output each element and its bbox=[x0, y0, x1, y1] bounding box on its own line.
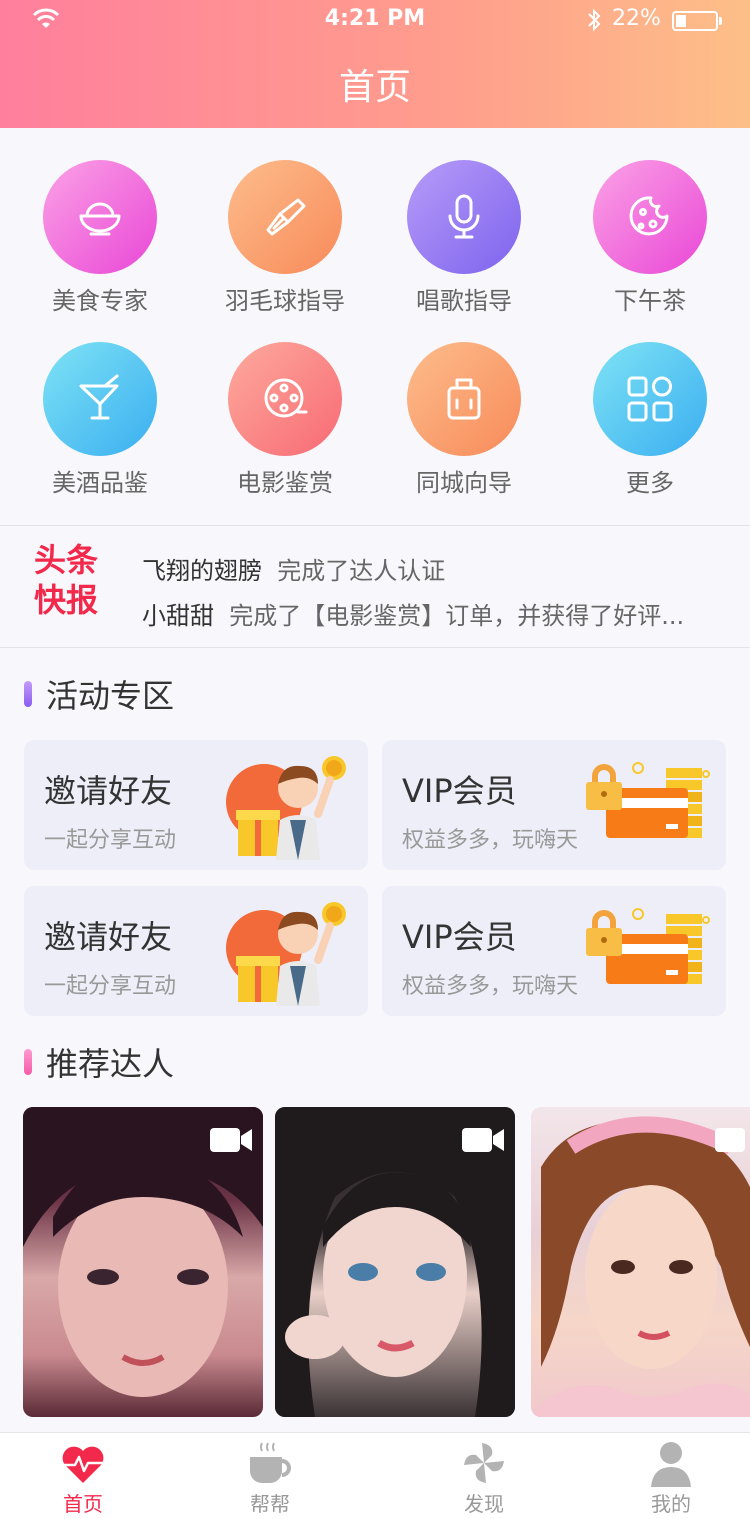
divider bbox=[0, 647, 750, 648]
section-accent-bar bbox=[24, 681, 32, 707]
news-text: 完成了【电影鉴赏】订单，并获得了好评... bbox=[229, 602, 685, 630]
vip-card-illustration bbox=[586, 908, 710, 984]
category-label: 美食专家 bbox=[52, 287, 148, 315]
section-accent-bar bbox=[24, 1049, 32, 1075]
section-title-text: 活动专区 bbox=[46, 677, 175, 715]
category-afternoon-tea[interactable]: 下午茶 bbox=[575, 160, 725, 316]
bottom-tab-bar: 首页 帮帮 发现 我的 bbox=[0, 1432, 750, 1519]
tab-label: 我的 bbox=[651, 1492, 691, 1516]
news-text: 完成了达人认证 bbox=[277, 557, 446, 585]
invite-friends-illustration bbox=[226, 756, 346, 860]
card-subtitle: 一起分享互动 bbox=[44, 974, 177, 999]
shuttlecock-icon bbox=[228, 160, 342, 274]
grid-icon bbox=[593, 342, 707, 456]
invite-friends-illustration bbox=[226, 902, 346, 1006]
category-wine-tasting[interactable]: 美酒品鉴 bbox=[25, 342, 175, 498]
invite-friends-card[interactable]: 邀请好友 一起分享互动 bbox=[24, 740, 368, 870]
vip-member-card[interactable]: VIP会员 权益多多，玩嗨天 bbox=[382, 886, 726, 1016]
divider bbox=[0, 525, 750, 526]
category-label: 电影鉴赏 bbox=[237, 469, 333, 497]
category-label: 唱歌指导 bbox=[416, 287, 512, 315]
card-title: VIP会员 bbox=[402, 772, 517, 810]
tab-label: 帮帮 bbox=[250, 1492, 290, 1516]
bluetooth-icon bbox=[588, 8, 601, 32]
film-reel-icon bbox=[228, 342, 342, 456]
category-food-expert[interactable]: 美食专家 bbox=[25, 160, 175, 316]
card-title: 邀请好友 bbox=[44, 772, 173, 810]
invite-friends-card[interactable]: 邀请好友 一起分享互动 bbox=[24, 886, 368, 1016]
rice-bowl-icon bbox=[43, 160, 157, 274]
tab-label: 发现 bbox=[464, 1492, 504, 1516]
tab-label: 首页 bbox=[63, 1492, 103, 1516]
tab-me[interactable]: 我的 bbox=[611, 1439, 731, 1517]
category-badminton-guide[interactable]: 羽毛球指导 bbox=[210, 160, 360, 316]
page-title: 首页 bbox=[338, 67, 411, 108]
category-movie-review[interactable]: 电影鉴赏 bbox=[210, 342, 360, 498]
tab-home[interactable]: 首页 bbox=[23, 1439, 143, 1517]
news-item[interactable]: 飞翔的翅膀 完成了达人认证 bbox=[142, 551, 445, 586]
pinwheel-icon bbox=[464, 1443, 504, 1483]
news-user-name: 小甜甜 bbox=[142, 602, 214, 630]
person-icon bbox=[651, 1442, 691, 1487]
talent-photo[interactable] bbox=[23, 1107, 263, 1417]
coffee-cup-icon bbox=[250, 1442, 291, 1483]
talent-photo[interactable] bbox=[531, 1107, 750, 1417]
category-label: 下午茶 bbox=[614, 287, 686, 315]
section-title-activity: 活动专区 bbox=[24, 674, 175, 715]
video-camera-icon[interactable] bbox=[209, 1125, 253, 1155]
heart-pulse-icon bbox=[62, 1446, 104, 1483]
app-header: 4:21 PM 22% 首页 bbox=[0, 0, 750, 128]
headline-news-logo: 头条 快报 bbox=[34, 541, 99, 619]
video-camera-icon[interactable] bbox=[714, 1125, 748, 1155]
category-singing-guide[interactable]: 唱歌指导 bbox=[389, 160, 539, 316]
category-label: 同城向导 bbox=[416, 469, 512, 497]
news-item[interactable]: 小甜甜 完成了【电影鉴赏】订单，并获得了好评... bbox=[142, 596, 684, 631]
card-subtitle: 一起分享互动 bbox=[44, 828, 177, 853]
vip-member-card[interactable]: VIP会员 权益多多，玩嗨天 bbox=[382, 740, 726, 870]
battery-percent: 22% bbox=[612, 6, 661, 31]
news-user-name: 飞翔的翅膀 bbox=[142, 557, 262, 585]
section-title-talent: 推荐达人 bbox=[24, 1042, 175, 1083]
tab-help[interactable]: 帮帮 bbox=[210, 1439, 330, 1517]
talent-photo[interactable] bbox=[275, 1107, 515, 1417]
status-bar: 4:21 PM 22% bbox=[0, 0, 750, 40]
card-title: 邀请好友 bbox=[44, 918, 173, 956]
card-title: VIP会员 bbox=[402, 918, 517, 956]
battery-icon bbox=[672, 11, 718, 31]
vip-card-illustration bbox=[586, 762, 710, 838]
cookie-icon bbox=[593, 160, 707, 274]
card-subtitle: 权益多多，玩嗨天 bbox=[402, 828, 579, 853]
battery-tip bbox=[719, 17, 722, 25]
card-subtitle: 权益多多，玩嗨天 bbox=[402, 974, 579, 999]
video-camera-icon[interactable] bbox=[461, 1125, 505, 1155]
category-label: 更多 bbox=[626, 469, 674, 497]
tab-discover[interactable]: 发现 bbox=[424, 1439, 544, 1517]
luggage-icon bbox=[407, 342, 521, 456]
category-label: 美酒品鉴 bbox=[52, 469, 148, 497]
category-label: 羽毛球指导 bbox=[225, 287, 345, 315]
cocktail-icon bbox=[43, 342, 157, 456]
category-city-guide[interactable]: 同城向导 bbox=[389, 342, 539, 498]
category-more[interactable]: 更多 bbox=[575, 342, 725, 498]
section-title-text: 推荐达人 bbox=[46, 1045, 175, 1083]
microphone-icon bbox=[407, 160, 521, 274]
